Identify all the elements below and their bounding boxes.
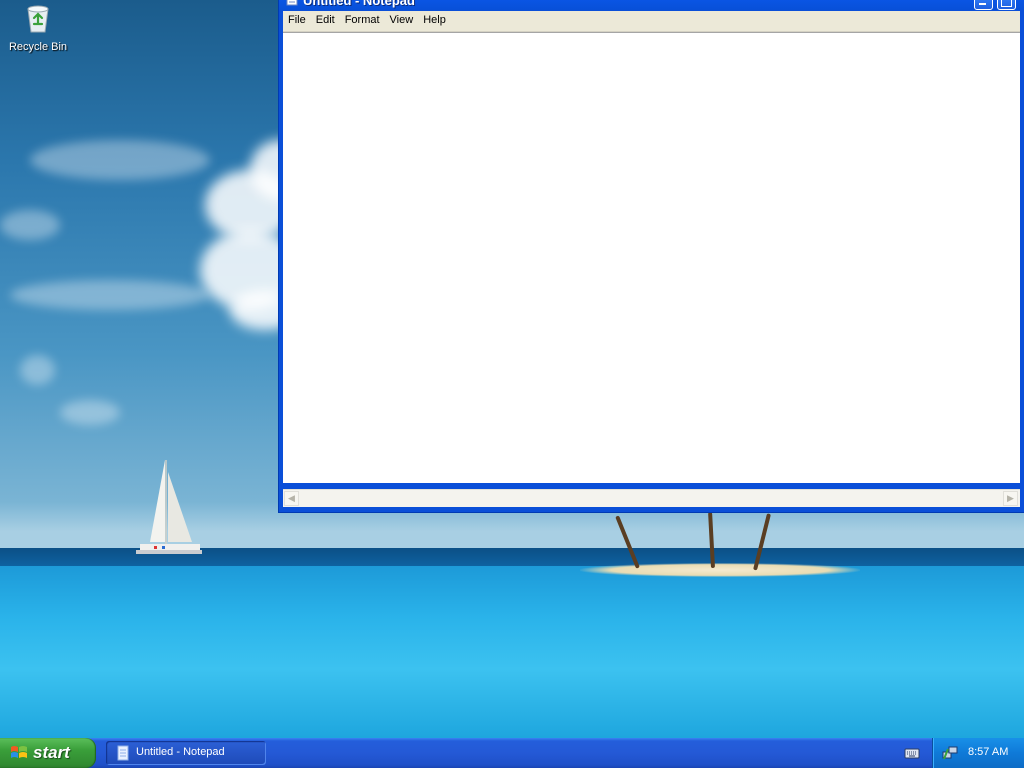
taskbar-item-notepad[interactable]: Untitled - Notepad xyxy=(106,741,266,765)
desktop-icon-recycle-bin[interactable]: Recycle Bin xyxy=(4,0,72,53)
cloud-streak xyxy=(0,210,60,240)
scroll-right-icon[interactable]: ▶ xyxy=(1003,491,1018,506)
recycle-bin-icon xyxy=(27,5,49,33)
system-tray: 8:57 AM xyxy=(932,738,1024,768)
cloud-streak xyxy=(10,280,210,310)
minimize-icon xyxy=(979,3,986,5)
windows-flag-icon xyxy=(11,746,27,758)
keyboard-icon[interactable] xyxy=(904,747,920,759)
notepad-icon xyxy=(286,0,298,6)
menu-help[interactable]: Help xyxy=(418,11,451,31)
text-editor-area[interactable] xyxy=(283,32,1020,483)
desktop-icon-label: Recycle Bin xyxy=(8,41,68,53)
cloud-streak xyxy=(20,355,55,385)
notepad-icon xyxy=(117,745,129,761)
taskbar-item-label: Untitled - Notepad xyxy=(136,746,225,758)
sailboat xyxy=(136,460,202,554)
menu-file[interactable]: File xyxy=(283,11,311,31)
maximize-button[interactable] xyxy=(997,0,1016,10)
start-label: start xyxy=(33,743,70,762)
clock[interactable]: 8:57 AM xyxy=(968,746,1008,758)
sea xyxy=(0,566,1024,738)
cloud-streak xyxy=(30,140,210,180)
menu-edit[interactable]: Edit xyxy=(311,11,340,31)
network-icon[interactable] xyxy=(942,745,958,761)
menu-format[interactable]: Format xyxy=(340,11,385,31)
scroll-left-icon[interactable]: ◀ xyxy=(284,491,299,506)
taskbar: start Untitled - Notepad 8:57 AM xyxy=(0,738,1024,768)
horizontal-scrollbar[interactable]: ◀ ▶ xyxy=(283,489,1020,507)
cloud-streak xyxy=(60,400,120,425)
maximize-icon xyxy=(1001,0,1012,7)
window-title-bar[interactable]: Untitled - Notepad xyxy=(279,0,1024,10)
island xyxy=(580,563,860,577)
menu-view[interactable]: View xyxy=(385,11,419,31)
start-button[interactable]: start xyxy=(0,738,96,768)
window-title: Untitled - Notepad xyxy=(303,0,415,8)
notepad-window: Untitled - Notepad File Edit Format View Hel… xyxy=(279,0,1024,512)
menu-bar: File Edit Format View Help xyxy=(283,11,1020,32)
minimize-button[interactable] xyxy=(974,0,993,10)
